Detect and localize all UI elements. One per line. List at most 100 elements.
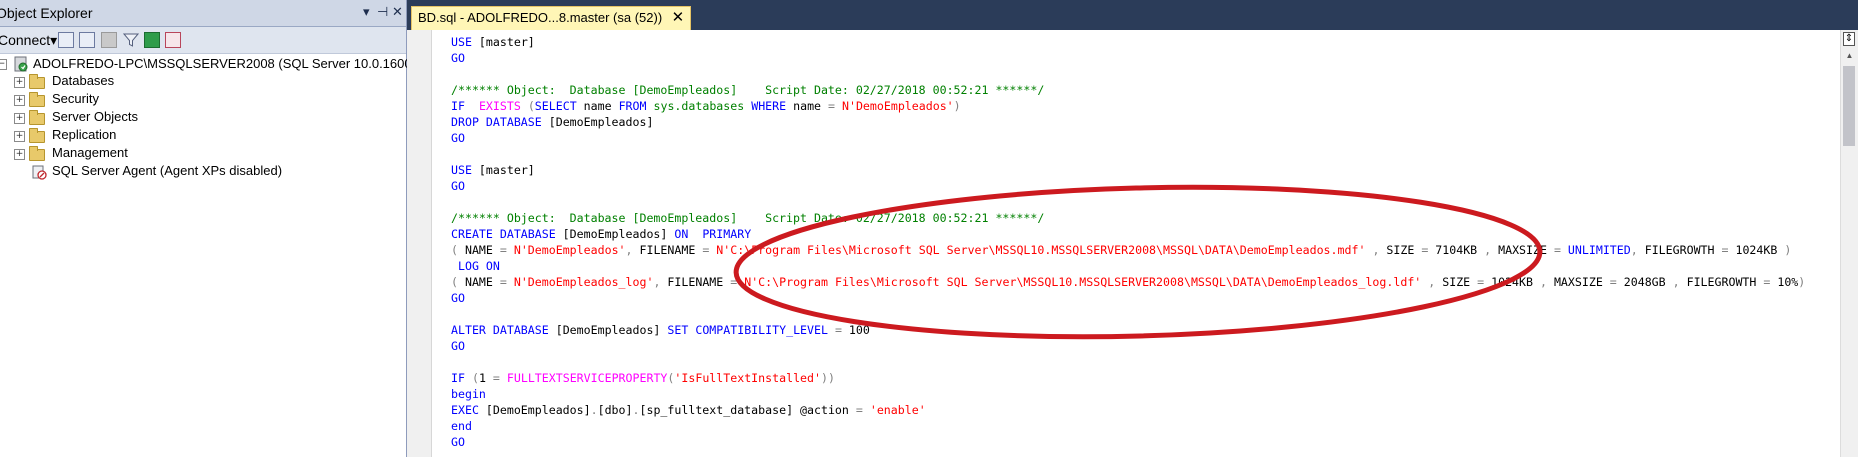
code-token: [dbo] [597,403,633,417]
code-token: = [834,323,842,337]
code-line: DROP DATABASE [DemoEmpleados] [451,114,1834,130]
expand-toggle-icon[interactable]: + [14,149,25,160]
code-line: LOG ON [451,258,1834,274]
scroll-thumb[interactable] [1843,66,1855,146]
code-token: 100 [841,323,870,337]
vertical-scrollbar[interactable]: ⇕ ▲ [1840,30,1858,457]
code-token: SIZE [1379,243,1422,257]
code-token: GO [451,131,465,145]
split-view-icon[interactable]: ⇕ [1843,32,1855,46]
object-explorer-toolbar: Connect▾ [0,27,406,54]
folder-icon [29,146,45,161]
object-explorer-titlebar: Object Explorer ▾ ⊣ ✕ [0,0,406,27]
code-line: GO [451,178,1834,194]
code-token: EXISTS [478,99,521,113]
code-token: ( [451,243,458,257]
code-token: [sp_fulltext_database] @action [639,403,856,417]
code-token: ALTER DATABASE [451,323,549,337]
refresh-icon[interactable] [144,32,160,48]
expand-toggle-icon[interactable]: + [14,95,25,106]
activity-monitor-icon[interactable] [165,32,181,48]
code-line: IF (1 = FULLTEXTSERVICEPROPERTY('IsFullT… [451,370,1834,386]
code-token: ) [1798,275,1806,289]
code-line: GO [451,130,1834,146]
code-token: NAME [457,243,500,257]
tree-node-label: SQL Server Agent (Agent XPs disabled) [52,163,283,178]
code-token: ON [674,227,689,241]
scroll-up-icon[interactable]: ▲ [1841,48,1858,64]
code-token: sys.databases [653,99,745,113]
expand-toggle-icon[interactable]: + [14,77,25,88]
code-token: ( [527,99,535,113]
code-line: /****** Object: Database [DemoEmpleados]… [451,210,1834,226]
code-token: IF [451,371,465,385]
code-token: ( [471,371,479,385]
code-token: = [499,275,507,289]
code-line: GO [451,338,1834,354]
code-token: PRIMARY [702,227,752,241]
code-token: = [492,371,500,385]
code-line: ( NAME = N'DemoEmpleados', FILENAME = N'… [451,242,1834,258]
code-token: SIZE [1435,275,1478,289]
code-token: USE [451,163,472,177]
code-token: N'DemoEmpleados_log' [513,275,654,289]
code-area[interactable]: USE [master] GO/****** Object: Database [… [451,34,1834,450]
code-token: SET [667,323,689,337]
code-token: FILENAME [632,243,703,257]
code-line: USE [master] [451,162,1834,178]
code-token: end [451,419,472,433]
code-token: , [1539,275,1547,289]
filter-icon[interactable] [122,32,140,48]
code-line: begin [451,386,1834,402]
collapse-toggle-icon[interactable]: − [0,59,7,70]
stop-icon[interactable] [101,32,117,48]
tab-bd-sql[interactable]: BD.sql - ADOLFREDO...8.master (sa (52)) … [411,6,692,30]
code-token: USE [451,35,472,49]
code-token: MAXSIZE [1491,243,1554,257]
code-token: FILEGROWTH [1679,275,1764,289]
code-token: ) [953,99,961,113]
expand-toggle-icon[interactable]: + [14,131,25,142]
code-token: [master] [471,163,535,177]
code-line: CREATE DATABASE [DemoEmpleados] ON PRIMA… [451,226,1834,242]
code-token: GO [451,291,465,305]
auto-hide-pin-icon[interactable]: ⊣ [377,4,388,20]
connect-dropdown-icon: ▾ [50,32,58,48]
code-token: N'C:\Program Files\Microsoft SQL Server\… [716,243,1366,257]
object-explorer-panel: Object Explorer ▾ ⊣ ✕ Connect▾ − ADOLFRE… [0,0,441,457]
code-line: GO [451,434,1834,450]
code-token: 'enable' [869,403,926,417]
code-token: [DemoEmpleados] [541,115,654,129]
expand-toggle-icon[interactable]: + [14,113,25,124]
code-token: [DemoEmpleados] [555,227,675,241]
window-position-dropdown-icon[interactable]: ▾ [363,4,370,20]
close-panel-icon[interactable]: ✕ [392,4,403,20]
close-tab-icon[interactable]: ✕ [672,7,685,29]
server-icon [14,56,28,72]
sql-query-editor[interactable]: USE [master] GO/****** Object: Database [… [407,30,1858,457]
code-token: [master] [471,35,535,49]
connect-button[interactable]: Connect▾ [0,32,57,49]
code-line: ALTER DATABASE [DemoEmpleados] SET COMPA… [451,322,1834,338]
code-token: GO [451,179,465,193]
code-token: /****** Object: Database [DemoEmpleados]… [451,211,1045,225]
folder-icon [29,128,45,143]
code-token: name [786,99,829,113]
code-token: 1 [478,371,493,385]
code-token: 2048GB [1616,275,1673,289]
code-token: = [1553,243,1561,257]
code-token: MAXSIZE [1546,275,1610,289]
disconnect-icon[interactable] [79,32,95,48]
code-token: = [828,99,835,113]
connect-object-explorer-icon[interactable] [58,32,74,48]
code-token: 1024KB [1484,275,1540,289]
